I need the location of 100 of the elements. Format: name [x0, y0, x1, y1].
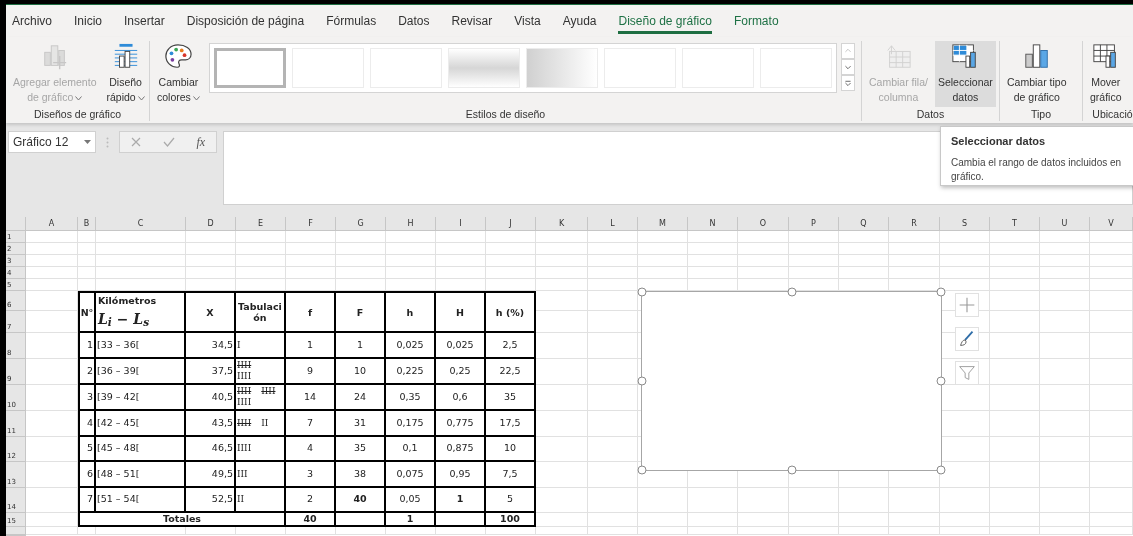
- column-header[interactable]: J: [486, 217, 536, 231]
- ribbon-button[interactable]: Cambiar colores: [154, 41, 203, 107]
- table-cell: 0,875: [436, 437, 486, 462]
- chart-style-thumbnail[interactable]: [213, 48, 286, 88]
- table-cell: 0,05: [386, 488, 436, 513]
- resize-handle[interactable]: [787, 465, 796, 475]
- column-header[interactable]: I: [436, 217, 486, 231]
- column-header-cell: H: [436, 291, 486, 333]
- ribbon-tab[interactable]: Datos: [398, 8, 430, 34]
- table-cell: 34,5: [186, 333, 236, 359]
- table-cell: [48 – 51[: [96, 462, 186, 488]
- column-header[interactable]: S: [940, 217, 990, 231]
- ribbon-tab[interactable]: Fórmulas: [326, 8, 377, 34]
- ribbon-tab[interactable]: Vista: [514, 8, 541, 34]
- ribbon-button[interactable]: Seleccionar datos: [934, 41, 996, 107]
- row-header[interactable]: [6, 527, 26, 535]
- table-cell: 1: [78, 333, 96, 359]
- ribbon-tab[interactable]: Inicio: [74, 8, 103, 34]
- chart-filters-button[interactable]: [955, 361, 979, 385]
- column-header[interactable]: F: [286, 217, 336, 231]
- ribbon-tab[interactable]: Diseño de gráfico: [618, 8, 712, 34]
- table-cell: [42 – 45[: [96, 411, 186, 437]
- table-cell: 3: [78, 385, 96, 411]
- name-box[interactable]: Gráfico 12: [8, 131, 96, 153]
- ribbon-tab[interactable]: Formato: [733, 8, 779, 34]
- column-header[interactable]: U: [1040, 217, 1090, 231]
- table-cell: 0,25: [436, 359, 486, 385]
- column-header[interactable]: B: [78, 217, 96, 231]
- table-cell: [45 – 48[: [96, 437, 186, 462]
- scroll-up-icon[interactable]: [840, 43, 855, 59]
- insert-function-button[interactable]: fx: [196, 133, 206, 151]
- tally-marks: IIII: [237, 371, 252, 382]
- palette-icon: [164, 43, 193, 71]
- table-cell: 2: [78, 359, 96, 385]
- table-cell: 24: [336, 385, 386, 411]
- tally-marks: IIII: [261, 386, 276, 397]
- table-cell: 3: [286, 462, 336, 488]
- expand-gallery-icon[interactable]: [840, 75, 855, 91]
- table-cell: 40: [336, 488, 386, 513]
- check-icon[interactable]: [162, 137, 175, 147]
- column-header[interactable]: Q: [839, 217, 889, 231]
- column-header[interactable]: V: [1090, 217, 1133, 231]
- ribbon-button[interactable]: Cambiar tipo de gráfico: [1004, 41, 1070, 107]
- table-cell: 100: [486, 513, 536, 527]
- column-header[interactable]: L: [588, 217, 638, 231]
- column-header[interactable]: N: [688, 217, 738, 231]
- table-cell: [39 – 42[: [96, 385, 186, 411]
- column-header[interactable]: R: [889, 217, 940, 231]
- resize-handle[interactable]: [936, 376, 946, 386]
- table-cell: 40,5: [186, 385, 236, 411]
- column-header[interactable]: O: [738, 217, 789, 231]
- tooltip-title: Seleccionar datos: [951, 134, 1047, 149]
- column-header[interactable]: E: [236, 217, 286, 231]
- table-cell: 10: [486, 437, 536, 462]
- table-cell: 0,025: [436, 333, 486, 359]
- table-cell: 0,95: [436, 462, 486, 488]
- chart-elements-button[interactable]: [955, 293, 979, 317]
- table-cell: 7: [78, 488, 96, 513]
- ribbon-button[interactable]: Diseño rápido: [103, 41, 148, 107]
- column-header[interactable]: P: [789, 217, 839, 231]
- tally-marks: IIII: [237, 360, 252, 371]
- ribbon-tab[interactable]: Ayuda: [562, 8, 597, 34]
- ribbon-tab[interactable]: Archivo: [12, 8, 52, 34]
- chart-styles-button[interactable]: [955, 327, 979, 351]
- table-cell: 0,175: [386, 411, 436, 437]
- close-icon[interactable]: [130, 137, 141, 147]
- column-header[interactable]: D: [186, 217, 236, 231]
- resize-handle[interactable]: [637, 287, 647, 297]
- chevron-icon: [137, 95, 145, 101]
- tally-marks: IIII: [237, 417, 252, 429]
- column-header-cell: F: [336, 291, 386, 333]
- table-cell: Totales: [78, 513, 286, 527]
- dropdown-icon[interactable]: [84, 139, 91, 145]
- ribbon-tab[interactable]: Revisar: [451, 8, 493, 34]
- resize-handle[interactable]: [637, 376, 647, 386]
- table-cell: 14: [286, 385, 336, 411]
- resize-handle[interactable]: [936, 465, 946, 475]
- resize-handle[interactable]: [637, 465, 647, 475]
- table-cell: 22,5: [486, 359, 536, 385]
- column-header[interactable]: A: [26, 217, 78, 231]
- formula-text: L$_{i}$ − L$_{s}$: [98, 309, 150, 330]
- column-header[interactable]: G: [336, 217, 386, 231]
- resize-handle[interactable]: [787, 287, 796, 297]
- column-header-cell: Tabulación: [236, 291, 286, 333]
- resize-handle[interactable]: [936, 287, 946, 297]
- table-cell: 0,225: [386, 359, 436, 385]
- ribbon-tab[interactable]: Insertar: [124, 8, 165, 34]
- column-header[interactable]: K: [536, 217, 588, 231]
- table-cell: 38: [336, 462, 386, 488]
- ribbon-button[interactable]: Mover gráfico: [1087, 41, 1125, 107]
- table-cell: 0,775: [436, 411, 486, 437]
- column-header[interactable]: C: [96, 217, 186, 231]
- table-cell: [436, 513, 486, 527]
- table-cell: 7: [286, 411, 336, 437]
- column-header[interactable]: M: [638, 217, 688, 231]
- column-header[interactable]: H: [386, 217, 436, 231]
- scroll-down-icon[interactable]: [840, 59, 855, 75]
- column-header[interactable]: T: [990, 217, 1040, 231]
- ribbon-tab[interactable]: Disposición de página: [186, 8, 305, 34]
- select-all-button[interactable]: [6, 217, 26, 231]
